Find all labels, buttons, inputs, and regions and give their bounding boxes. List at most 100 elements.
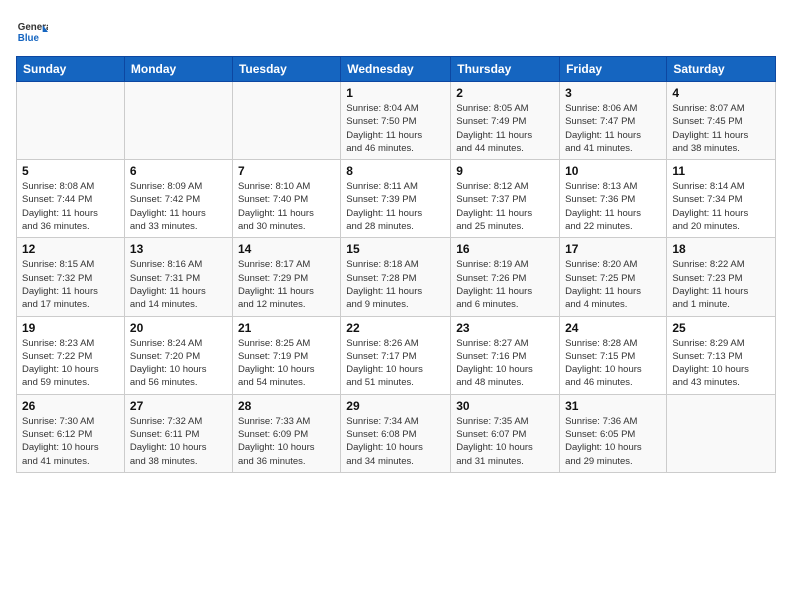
day-info: Sunrise: 8:17 AM Sunset: 7:29 PM Dayligh… xyxy=(238,258,335,311)
day-number: 26 xyxy=(22,399,119,413)
day-info: Sunrise: 7:34 AM Sunset: 6:08 PM Dayligh… xyxy=(346,415,445,468)
day-number: 29 xyxy=(346,399,445,413)
logo-icon: General Blue xyxy=(16,16,48,48)
calendar-cell: 5 Sunrise: 8:08 AM Sunset: 7:44 PM Daylig… xyxy=(17,160,125,238)
calendar-cell: 11 Sunrise: 8:14 AM Sunset: 7:34 PM Dayli… xyxy=(667,160,776,238)
calendar-cell xyxy=(667,394,776,472)
day-info: Sunrise: 7:35 AM Sunset: 6:07 PM Dayligh… xyxy=(456,415,554,468)
calendar-cell xyxy=(17,82,125,160)
header: General Blue xyxy=(16,16,776,48)
calendar-cell: 4Sunrise: 8:07 AM Sunset: 7:45 PM Daylig… xyxy=(667,82,776,160)
weekday-header-thursday: Thursday xyxy=(451,57,560,82)
calendar-cell: 27Sunrise: 7:32 AM Sunset: 6:11 PM Dayli… xyxy=(124,394,232,472)
calendar-cell: 20 Sunrise: 8:24 AM Sunset: 7:20 PM Dayli… xyxy=(124,316,232,394)
calendar-cell: 9 Sunrise: 8:12 AM Sunset: 7:37 PM Daylig… xyxy=(451,160,560,238)
day-number: 22 xyxy=(346,321,445,335)
day-number: 20 xyxy=(130,321,227,335)
day-info: Sunrise: 8:16 AM Sunset: 7:31 PM Dayligh… xyxy=(130,258,227,311)
day-number: 19 xyxy=(22,321,119,335)
day-info: Sunrise: 8:22 AM Sunset: 7:23 PM Dayligh… xyxy=(672,258,770,311)
day-info: Sunrise: 7:30 AM Sunset: 6:12 PM Dayligh… xyxy=(22,415,119,468)
day-number: 1 xyxy=(346,86,445,100)
calendar-cell: 16 Sunrise: 8:19 AM Sunset: 7:26 PM Dayli… xyxy=(451,238,560,316)
day-info: Sunrise: 8:26 AM Sunset: 7:17 PM Dayligh… xyxy=(346,337,445,390)
day-number: 18 xyxy=(672,242,770,256)
day-info: Sunrise: 8:05 AM Sunset: 7:49 PM Dayligh… xyxy=(456,102,554,155)
day-info: Sunrise: 8:23 AM Sunset: 7:22 PM Dayligh… xyxy=(22,337,119,390)
day-info: Sunrise: 8:09 AM Sunset: 7:42 PM Dayligh… xyxy=(130,180,227,233)
day-number: 15 xyxy=(346,242,445,256)
day-number: 17 xyxy=(565,242,661,256)
day-info: Sunrise: 8:08 AM Sunset: 7:44 PM Dayligh… xyxy=(22,180,119,233)
calendar-cell: 3 Sunrise: 8:06 AM Sunset: 7:47 PM Daylig… xyxy=(560,82,667,160)
day-number: 12 xyxy=(22,242,119,256)
calendar-cell: 8 Sunrise: 8:11 AM Sunset: 7:39 PM Daylig… xyxy=(341,160,451,238)
calendar-cell: 19 Sunrise: 8:23 AM Sunset: 7:22 PM Dayli… xyxy=(17,316,125,394)
day-number: 4 xyxy=(672,86,770,100)
day-info: Sunrise: 8:11 AM Sunset: 7:39 PM Dayligh… xyxy=(346,180,445,233)
calendar-cell: 2Sunrise: 8:05 AM Sunset: 7:49 PM Daylig… xyxy=(451,82,560,160)
weekday-header-wednesday: Wednesday xyxy=(341,57,451,82)
day-info: Sunrise: 8:06 AM Sunset: 7:47 PM Dayligh… xyxy=(565,102,661,155)
weekday-header-tuesday: Tuesday xyxy=(232,57,340,82)
day-number: 30 xyxy=(456,399,554,413)
day-number: 10 xyxy=(565,164,661,178)
calendar-cell: 17 Sunrise: 8:20 AM Sunset: 7:25 PM Dayli… xyxy=(560,238,667,316)
calendar-cell: 14 Sunrise: 8:17 AM Sunset: 7:29 PM Dayli… xyxy=(232,238,340,316)
weekday-header-saturday: Saturday xyxy=(667,57,776,82)
day-number: 8 xyxy=(346,164,445,178)
day-info: Sunrise: 8:25 AM Sunset: 7:19 PM Dayligh… xyxy=(238,337,335,390)
calendar-cell: 24 Sunrise: 8:28 AM Sunset: 7:15 PM Dayli… xyxy=(560,316,667,394)
calendar-cell: 18 Sunrise: 8:22 AM Sunset: 7:23 PM Dayli… xyxy=(667,238,776,316)
day-number: 9 xyxy=(456,164,554,178)
calendar-cell: 29 Sunrise: 7:34 AM Sunset: 6:08 PM Dayli… xyxy=(341,394,451,472)
day-number: 25 xyxy=(672,321,770,335)
calendar-cell: 7 Sunrise: 8:10 AM Sunset: 7:40 PM Daylig… xyxy=(232,160,340,238)
calendar-cell xyxy=(124,82,232,160)
calendar-cell: 23Sunrise: 8:27 AM Sunset: 7:16 PM Dayli… xyxy=(451,316,560,394)
logo: General Blue xyxy=(16,16,48,48)
day-info: Sunrise: 8:13 AM Sunset: 7:36 PM Dayligh… xyxy=(565,180,661,233)
day-info: Sunrise: 8:12 AM Sunset: 7:37 PM Dayligh… xyxy=(456,180,554,233)
calendar-cell: 10 Sunrise: 8:13 AM Sunset: 7:36 PM Dayli… xyxy=(560,160,667,238)
day-info: Sunrise: 8:24 AM Sunset: 7:20 PM Dayligh… xyxy=(130,337,227,390)
calendar-cell: 22 Sunrise: 8:26 AM Sunset: 7:17 PM Dayli… xyxy=(341,316,451,394)
calendar-cell: 12 Sunrise: 8:15 AM Sunset: 7:32 PM Dayli… xyxy=(17,238,125,316)
day-number: 21 xyxy=(238,321,335,335)
day-number: 3 xyxy=(565,86,661,100)
day-number: 14 xyxy=(238,242,335,256)
calendar-cell: 28 Sunrise: 7:33 AM Sunset: 6:09 PM Dayli… xyxy=(232,394,340,472)
day-info: Sunrise: 7:33 AM Sunset: 6:09 PM Dayligh… xyxy=(238,415,335,468)
day-number: 31 xyxy=(565,399,661,413)
calendar-cell: 21 Sunrise: 8:25 AM Sunset: 7:19 PM Dayli… xyxy=(232,316,340,394)
calendar-cell: 25 Sunrise: 8:29 AM Sunset: 7:13 PM Dayli… xyxy=(667,316,776,394)
day-number: 7 xyxy=(238,164,335,178)
calendar-cell: 26 Sunrise: 7:30 AM Sunset: 6:12 PM Dayli… xyxy=(17,394,125,472)
day-number: 13 xyxy=(130,242,227,256)
day-number: 16 xyxy=(456,242,554,256)
day-info: Sunrise: 8:15 AM Sunset: 7:32 PM Dayligh… xyxy=(22,258,119,311)
day-number: 28 xyxy=(238,399,335,413)
day-info: Sunrise: 8:29 AM Sunset: 7:13 PM Dayligh… xyxy=(672,337,770,390)
day-info: Sunrise: 8:28 AM Sunset: 7:15 PM Dayligh… xyxy=(565,337,661,390)
calendar-cell: 6 Sunrise: 8:09 AM Sunset: 7:42 PM Daylig… xyxy=(124,160,232,238)
day-info: Sunrise: 8:14 AM Sunset: 7:34 PM Dayligh… xyxy=(672,180,770,233)
weekday-header-friday: Friday xyxy=(560,57,667,82)
day-number: 5 xyxy=(22,164,119,178)
day-info: Sunrise: 8:04 AM Sunset: 7:50 PM Dayligh… xyxy=(346,102,445,155)
day-number: 6 xyxy=(130,164,227,178)
day-info: Sunrise: 8:19 AM Sunset: 7:26 PM Dayligh… xyxy=(456,258,554,311)
day-number: 23 xyxy=(456,321,554,335)
svg-text:Blue: Blue xyxy=(18,33,40,44)
day-number: 11 xyxy=(672,164,770,178)
day-number: 24 xyxy=(565,321,661,335)
calendar-cell: 15 Sunrise: 8:18 AM Sunset: 7:28 PM Dayli… xyxy=(341,238,451,316)
day-info: Sunrise: 7:32 AM Sunset: 6:11 PM Dayligh… xyxy=(130,415,227,468)
calendar-cell xyxy=(232,82,340,160)
day-info: Sunrise: 8:20 AM Sunset: 7:25 PM Dayligh… xyxy=(565,258,661,311)
day-info: Sunrise: 7:36 AM Sunset: 6:05 PM Dayligh… xyxy=(565,415,661,468)
day-info: Sunrise: 8:18 AM Sunset: 7:28 PM Dayligh… xyxy=(346,258,445,311)
calendar-cell: 31 Sunrise: 7:36 AM Sunset: 6:05 PM Dayli… xyxy=(560,394,667,472)
calendar-cell: 30 Sunrise: 7:35 AM Sunset: 6:07 PM Dayli… xyxy=(451,394,560,472)
day-info: Sunrise: 8:10 AM Sunset: 7:40 PM Dayligh… xyxy=(238,180,335,233)
